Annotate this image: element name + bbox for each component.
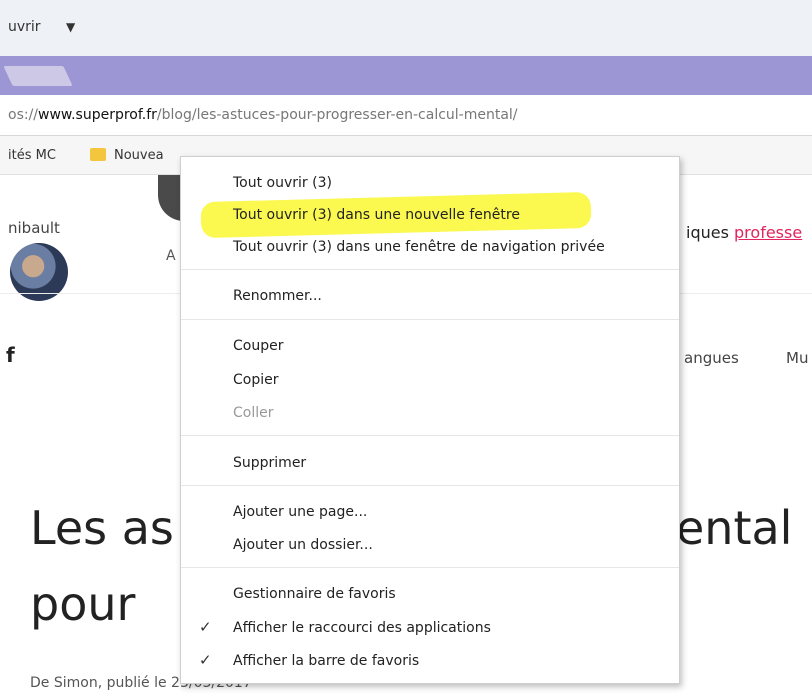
menu-item-label: Copier [233,372,279,388]
article-title-right: ental [676,501,793,555]
top-menu-bar: uvrir ▼ [0,0,812,56]
menu-item-add-folder[interactable]: Ajouter un dossier... [181,532,679,558]
menu-separator [181,269,679,270]
tagline-text: iques [686,223,735,242]
article-title-line2: pour [30,577,136,631]
nav-item-langues[interactable]: angues [684,349,739,367]
article-title-left: Les as [30,501,174,555]
menu-item-bookmark-manager[interactable]: Gestionnaire de favoris [181,581,679,607]
menu-item-label: Afficher le raccourci des applications [233,620,491,636]
menu-item-label: Supprimer [233,455,307,471]
new-tab-button[interactable] [3,66,73,86]
professors-link[interactable]: professe [734,223,802,242]
partial-text: A [166,248,176,264]
menu-item-label: Tout ouvrir (3) dans une nouvelle fenêtr… [233,207,520,223]
site-logo-partial[interactable]: f [6,343,15,367]
folder-icon[interactable] [90,148,106,161]
check-icon: ✓ [199,618,212,636]
bookmark-folder-label[interactable]: Nouvea [114,148,164,163]
url-domain: www.superprof.fr [38,107,157,123]
menu-item-open-all-new-window[interactable]: Tout ouvrir (3) dans une nouvelle fenêtr… [181,202,679,228]
menu-item-add-page[interactable]: Ajouter une page... [181,499,679,525]
check-icon: ✓ [199,651,212,669]
menu-separator [181,435,679,436]
menu-item-label: Coller [233,405,274,421]
menu-item-label: Couper [233,338,284,354]
menu-item-show-apps-shortcut[interactable]: ✓ Afficher le raccourci des applications [181,615,679,641]
menu-item-copy[interactable]: Copier [181,367,679,393]
menu-item-cut[interactable]: Couper [181,333,679,359]
menu-item-delete[interactable]: Supprimer [181,450,679,476]
author-name: nibault [8,219,60,237]
menu-item-rename[interactable]: Renommer... [181,283,679,309]
url-text[interactable]: os://www.superprof.fr/blog/les-astuces-p… [8,107,518,123]
menu-separator [181,485,679,486]
menu-item-label: Renommer... [233,288,322,304]
menu-item-label: Gestionnaire de favoris [233,586,396,602]
address-bar[interactable]: os://www.superprof.fr/blog/les-astuces-p… [0,95,812,136]
url-prefix: os:// [8,107,39,123]
menu-item-open-all-private[interactable]: Tout ouvrir (3) dans une fenêtre de navi… [181,234,679,260]
header-tagline: iques professe [686,223,802,242]
menu-item-label: Ajouter une page... [233,504,368,520]
menu-item-label: Tout ouvrir (3) [233,175,332,191]
menu-item-show-bookmarks-bar[interactable]: ✓ Afficher la barre de favoris [181,648,679,674]
bookmark-item[interactable]: ités MC [8,148,56,163]
bookmark-context-menu: Tout ouvrir (3) Tout ouvrir (3) dans une… [180,156,680,684]
menu-item-label: Afficher la barre de favoris [233,653,420,669]
menu-item-open-all[interactable]: Tout ouvrir (3) [181,170,679,196]
chevron-down-icon[interactable]: ▼ [66,20,75,34]
menu-item-paste: Coller [181,400,679,426]
menu-separator [181,319,679,320]
open-menu-label[interactable]: uvrir [8,19,41,35]
tab-strip [0,56,812,95]
menu-item-label: Tout ouvrir (3) dans une fenêtre de navi… [233,239,605,255]
url-path: /blog/les-astuces-pour-progresser-en-cal… [156,107,518,123]
menu-separator [181,567,679,568]
nav-item-musique[interactable]: Mu [786,349,808,367]
menu-item-label: Ajouter un dossier... [233,537,373,553]
